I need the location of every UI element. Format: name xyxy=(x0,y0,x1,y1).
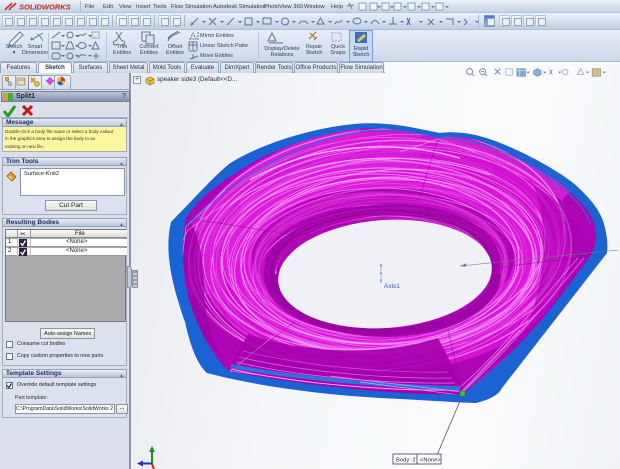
svg-text:Axis1: Axis1 xyxy=(384,283,400,290)
svg-text:<None>: <None> xyxy=(420,458,441,464)
svg-text:Body: 2: Body: 2 xyxy=(396,458,416,464)
